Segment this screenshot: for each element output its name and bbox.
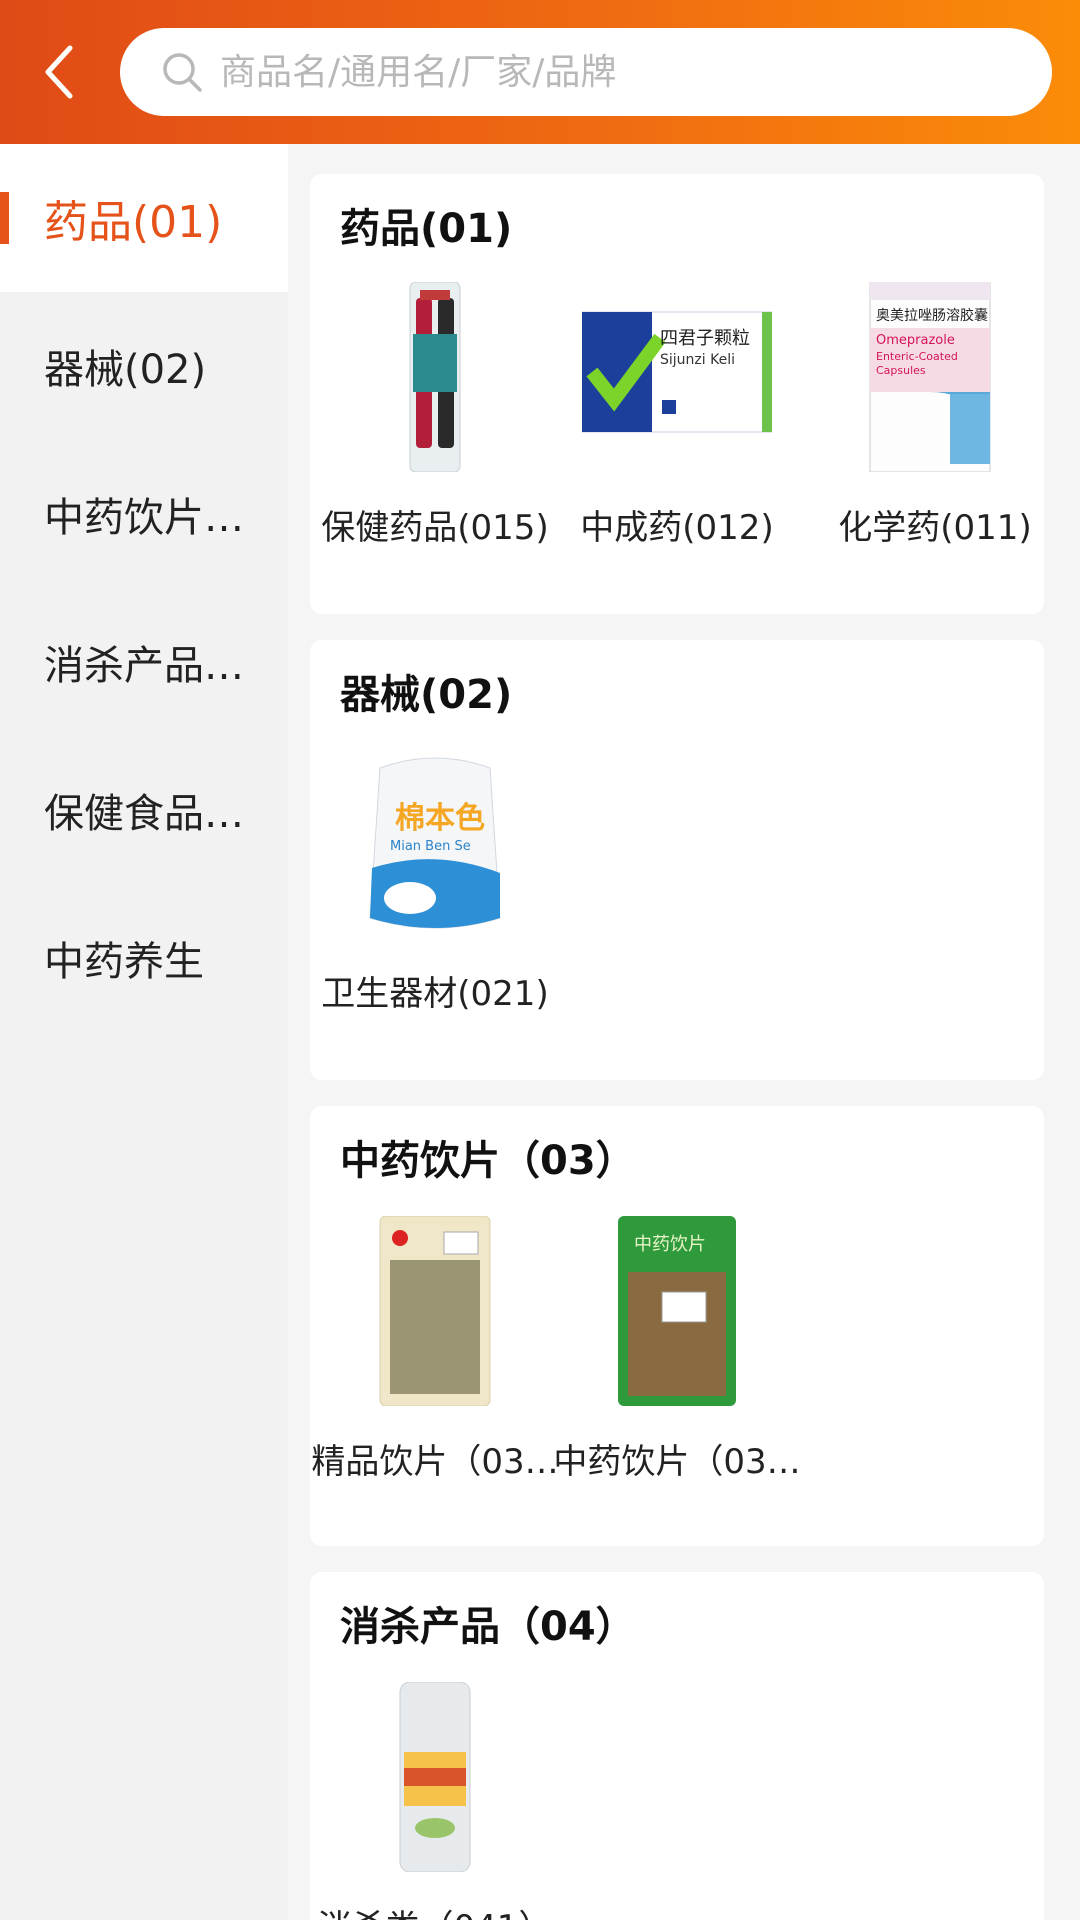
sidebar-item-devices[interactable]: 器械(02) — [0, 292, 288, 440]
product-tile[interactable]: 中药饮片 中药饮片（03… — [552, 1216, 802, 1483]
box-label-en: Sijunzi Keli — [660, 352, 735, 368]
product-image: 中药饮片 — [618, 1216, 736, 1406]
sidebar-item-label: 器械(02) — [44, 347, 207, 393]
product-image: 棉本色 Mian Ben Se — [369, 757, 501, 929]
section-card-disinfection: 消杀产品（04） 消杀类（041） — [310, 1572, 1044, 1920]
box-label-cn: 四君子颗粒 — [660, 328, 750, 349]
product-name: 化学药(011) — [838, 508, 1032, 548]
search-icon — [163, 53, 202, 92]
chevron-left-icon — [45, 45, 73, 99]
product-tile[interactable]: 奥美拉唑肠溶胶囊 Omeprazole Enteric-Coated Capsu… — [810, 281, 1060, 549]
sidebar-item-drugs[interactable]: 药品(01) — [0, 144, 288, 292]
sidebar-item-label: 保健食品（… — [44, 791, 276, 837]
category-sidebar: 药品(01) 器械(02) 中药饮片（… 消杀产品（… 保健食品（… 中药养生 — [0, 144, 288, 1920]
sidebar-item-health-food[interactable]: 保健食品（… — [0, 736, 288, 884]
box-label-en: Capsules — [876, 364, 926, 377]
section-title: 中药饮片（03） — [340, 1138, 636, 1184]
search-bar[interactable] — [120, 28, 1052, 116]
product-image — [409, 281, 461, 473]
product-image: 奥美拉唑肠溶胶囊 Omeprazole Enteric-Coated Capsu… — [869, 281, 991, 473]
sidebar-item-herbal-pieces[interactable]: 中药饮片（… — [0, 440, 288, 588]
product-name: 中药饮片（03… — [553, 1442, 801, 1482]
section-title: 器械(02) — [340, 672, 513, 718]
product-name: 保健药品(015) — [321, 508, 549, 548]
search-input[interactable] — [218, 50, 1002, 94]
product-image: 四君子颗粒 Sijunzi Keli — [581, 311, 773, 433]
box-label-cn: 奥美拉唑肠溶胶囊 — [876, 307, 988, 324]
product-tile[interactable]: 消杀类（041） — [310, 1681, 560, 1920]
sidebar-item-label: 中药养生 — [44, 939, 204, 985]
category-content: 药品(01) 保健药品(015) 四君子颗粒 Sijunzi Keli 中成药(… — [288, 144, 1080, 1920]
box-label-en: Omeprazole — [876, 333, 955, 348]
top-bar — [0, 0, 1080, 144]
bag-label-cn: 中药饮片 — [634, 1234, 706, 1255]
product-tile[interactable]: 保健药品(015) — [310, 281, 560, 549]
bag-label-en: Mian Ben Se — [390, 839, 471, 854]
sidebar-item-disinfection[interactable]: 消杀产品（… — [0, 588, 288, 736]
section-card-drugs: 药品(01) 保健药品(015) 四君子颗粒 Sijunzi Keli 中成药(… — [310, 174, 1044, 614]
box-label-en: Enteric-Coated — [876, 350, 958, 363]
back-button[interactable] — [30, 30, 90, 114]
section-title: 消杀产品（04） — [340, 1604, 636, 1650]
product-name: 中成药(012) — [580, 508, 774, 548]
bag-label-cn: 棉本色 — [395, 801, 485, 836]
sidebar-item-label: 消杀产品（… — [44, 643, 276, 689]
product-image — [379, 1215, 491, 1407]
product-tile[interactable]: 棉本色 Mian Ben Se 卫生器材(021) — [310, 748, 560, 1015]
section-card-devices: 器械(02) 棉本色 Mian Ben Se 卫生器材(021) — [310, 640, 1044, 1080]
product-name: 消杀类（041） — [310, 1900, 560, 1920]
product-tile[interactable]: 四君子颗粒 Sijunzi Keli 中成药(012) — [552, 282, 802, 549]
sidebar-item-tcm-wellness[interactable]: 中药养生 — [0, 884, 288, 1032]
section-title: 药品(01) — [340, 206, 513, 252]
product-image — [399, 1681, 471, 1873]
product-name: 精品饮片（03… — [311, 1442, 559, 1482]
sidebar-item-label: 中药饮片（… — [44, 495, 276, 541]
sidebar-item-label: 药品(01) — [44, 197, 223, 248]
product-name: 卫生器材(021) — [321, 974, 549, 1014]
section-card-herbal-pieces: 中药饮片（03） 精品饮片（03… 中药饮片 中药饮片（03… — [310, 1106, 1044, 1546]
product-tile[interactable]: 精品饮片（03… — [310, 1215, 560, 1483]
